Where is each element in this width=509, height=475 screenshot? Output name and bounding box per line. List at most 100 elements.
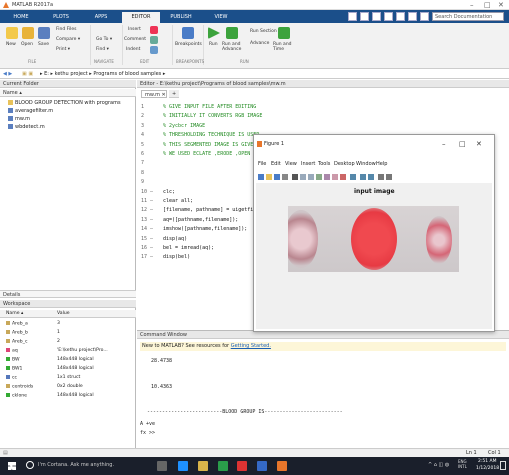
current-folder-name-column[interactable]: Name ▴ [0,89,136,97]
open-figure-icon[interactable] [266,174,272,180]
link-icon[interactable] [350,174,356,180]
goto-button[interactable]: Go To ▾ [96,37,112,42]
close-button[interactable]: ✕ [498,1,504,9]
notification-icon[interactable] [500,461,506,470]
code-line[interactable]: % WE USED ECLATE ,ERODE ,OPEN [163,151,250,157]
save-icon[interactable] [38,27,50,39]
table-row[interactable]: centroids 0x2 double [0,383,136,391]
save-quick-icon[interactable] [348,12,357,21]
code-line[interactable]: bel = imread(aq); [163,245,214,251]
figure-minimize-button[interactable]: – [442,140,446,148]
run-and-advance-button[interactable]: Run and Advance [222,42,244,52]
rotate-icon[interactable] [324,174,330,180]
powerpoint-icon[interactable] [237,461,247,471]
insert-button[interactable]: Insert [128,27,141,32]
new-tab-button[interactable]: + [169,90,179,98]
breakpoints-icon[interactable] [182,27,194,39]
system-tray-icons[interactable]: ^ ⌂ ◫ ◍ [428,462,449,468]
table-row[interactable]: Areb_c 2 [0,338,136,346]
colorbar-icon[interactable] [360,174,366,180]
code-line[interactable]: % THIS SEGMENTED IMAGE IS GIVEN [163,142,256,148]
compare-button[interactable]: Compare ▾ [56,37,80,42]
code-line[interactable]: clc; [163,189,175,195]
word-icon[interactable] [257,461,267,471]
new-button[interactable]: New [6,42,16,47]
menu-view[interactable]: View [285,161,297,167]
file-item[interactable]: averagefilter.m [8,108,53,114]
folder-item[interactable]: BLOOD GROUP DETECTION with programs [8,100,121,106]
tab-view[interactable]: VIEW [202,12,240,23]
editor-file-tab[interactable]: mw.m ✕ [141,90,167,98]
figure-maximize-button[interactable]: □ [459,140,466,148]
comment-button[interactable]: Comment [124,37,146,42]
save-button[interactable]: Save [38,42,49,47]
run-advance-icon[interactable] [226,27,238,39]
file-item[interactable]: wbdetect.m [8,124,45,130]
copy-quick-icon[interactable] [372,12,381,21]
menu-edit[interactable]: Edit [271,161,281,167]
command-window[interactable]: Command Window New to MATLAB? See resour… [137,330,509,448]
tab-plots[interactable]: PLOTS [42,12,80,23]
legend-icon[interactable] [368,174,374,180]
brush-icon[interactable] [340,174,346,180]
menu-tools[interactable]: Tools [318,161,330,167]
matlab-taskbar-icon[interactable] [277,461,287,471]
figure-window[interactable]: Figure 1 – □ ✕ File Edit View Insert Too… [253,134,495,332]
print-figure-icon[interactable] [282,174,288,180]
table-row[interactable]: aq 'E:\kethu project\Pro... [0,347,136,355]
run-button[interactable]: Run [209,42,218,47]
edge-browser-icon[interactable] [178,461,188,471]
figure-close-button[interactable]: ✕ [476,140,482,148]
code-line[interactable]: % THRESHOLDING TECHNIQUE IS USED [163,132,259,138]
code-line[interactable]: % 2ycbcr IMAGE [163,123,205,129]
fx-icon[interactable] [150,26,158,34]
table-row[interactable]: Areb_b 1 [0,329,136,337]
menu-help[interactable]: Help [376,161,387,167]
store-icon[interactable] [218,461,228,471]
command-prompt[interactable]: fx >> [140,430,155,436]
zoom-in-icon[interactable] [300,174,306,180]
run-icon[interactable] [208,27,220,39]
details-panel-header[interactable]: Details [0,290,136,298]
new-figure-icon[interactable] [258,174,264,180]
redo-quick-icon[interactable] [408,12,417,21]
code-line[interactable]: % GIVE INPUT FILE AFTER EDITING [163,104,256,110]
find-button[interactable]: Find ▾ [96,47,109,52]
zoom-out-icon[interactable] [308,174,314,180]
table-row[interactable]: cklone 148x448 logical [0,392,136,400]
run-and-time-button[interactable]: Run and Time [273,42,295,52]
show-tools-icon[interactable] [386,174,392,180]
file-item[interactable]: mw.m [8,116,30,122]
tab-apps[interactable]: APPS [82,12,120,23]
save-figure-icon[interactable] [274,174,280,180]
open-button[interactable]: Open [21,42,33,47]
pan-icon[interactable] [316,174,322,180]
clock-date[interactable]: 1/12/2018 [476,466,499,471]
current-path[interactable]: ▸ E: ▸ kethu project ▸ Programs of blood… [40,71,165,77]
cortana-search-box[interactable]: I'm Cortana. Ask me anything. [38,462,114,468]
search-input[interactable]: Search Documentation [432,12,504,21]
windows-start-icon[interactable] [8,462,16,470]
comment-icon[interactable] [150,36,158,44]
code-line[interactable]: clear all; [163,198,193,204]
new-file-icon[interactable] [6,27,18,39]
menu-window[interactable]: Window [356,161,376,167]
table-row[interactable]: cc 1x1 struct [0,374,136,382]
paste-quick-icon[interactable] [384,12,393,21]
cortana-icon[interactable] [26,461,34,469]
minimize-button[interactable]: – [470,1,474,9]
code-line[interactable]: % INITIALLY IT CONVERTS RGB IMAGE [163,113,262,119]
run-section-button[interactable]: Run Section [250,29,277,34]
menu-desktop[interactable]: Desktop [334,161,355,167]
undo-quick-icon[interactable] [396,12,405,21]
code-line[interactable]: [filename, pathname] = uigetfile [163,207,259,213]
advance-button[interactable]: Advance [250,41,269,46]
open-folder-icon[interactable] [22,27,34,39]
run-time-icon[interactable] [278,27,290,39]
indent-button[interactable]: Indent [126,47,140,52]
menu-insert[interactable]: Insert [301,161,315,167]
print-button[interactable]: Print ▾ [56,47,70,52]
workspace-name-column[interactable]: Name ▴ [6,311,23,316]
task-view-icon[interactable] [157,461,167,471]
code-line[interactable]: aq=([pathname,filename]); [163,217,238,223]
